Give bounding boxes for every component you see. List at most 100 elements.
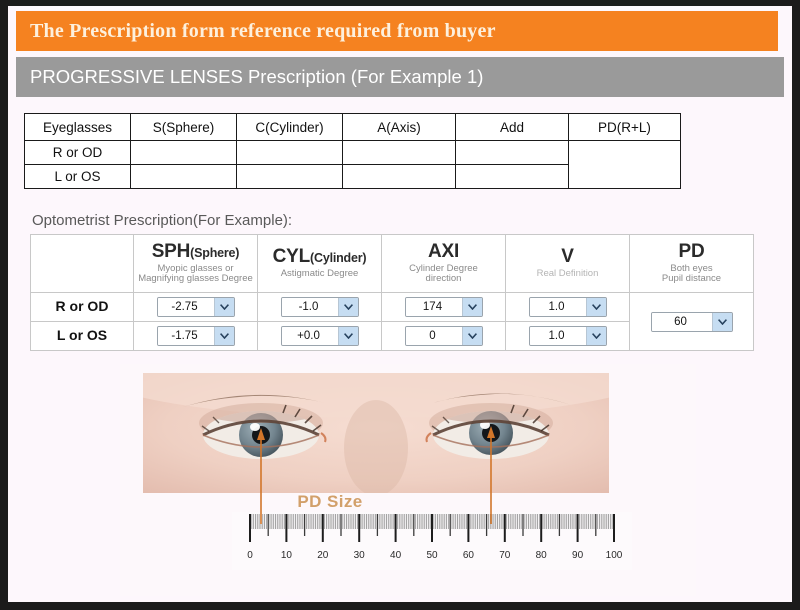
screenshot-root: The Prescription form reference required…: [0, 0, 800, 610]
cyl-l-value: +0.0: [281, 327, 338, 345]
th-axi-main: AXI: [427, 240, 460, 262]
cyl-r-select[interactable]: -1.0: [280, 297, 359, 317]
row-label-l-os: L or OS: [24, 164, 131, 189]
th-v-sub: Real Definition: [536, 268, 599, 279]
ruler-tick-label: 50: [426, 550, 438, 561]
ruler-tick-label: 70: [499, 550, 511, 561]
cell-r-axis[interactable]: [342, 140, 456, 165]
pd-size-label: PD Size: [297, 492, 363, 511]
v-r-value: 1.0: [529, 298, 586, 316]
pd-select[interactable]: 60: [650, 311, 733, 332]
chevron-down-icon: [461, 298, 482, 316]
cell-l-add[interactable]: [455, 164, 569, 189]
cell-r-sphere[interactable]: [130, 140, 237, 165]
blank-prescription-table-wrap: Eyeglasses S(Sphere) C(Cylinder) A(Axis)…: [24, 113, 681, 189]
th-cyl-sub: Astigmatic Degree: [280, 268, 359, 279]
th-eyeglasses: Eyeglasses: [24, 113, 131, 141]
cell-r-sph: -2.75: [133, 292, 258, 322]
th-axi-sub: Cylinder Degree direction: [409, 262, 478, 285]
chevron-down-icon: [337, 327, 358, 345]
axi-l-value: 0: [405, 327, 462, 345]
section-subtitle-bar: PROGRESSIVE LENSES Prescription (For Exa…: [16, 57, 784, 97]
chevron-down-icon: [213, 327, 234, 345]
pd-ruler-graphic: 0 10 20 30 40 50 60 70 80 90 100: [232, 512, 632, 570]
th-cyl-main: CYL(Cylinder): [272, 246, 367, 268]
ruler-tick-label: 80: [536, 550, 548, 561]
th-add: Add: [455, 113, 569, 141]
th-pd-sub: Both eyes Pupil distance: [661, 262, 722, 285]
th-corner-empty: [30, 234, 134, 293]
chevron-down-icon: [711, 312, 732, 331]
ruler-tick-label: 20: [317, 550, 329, 561]
cell-r-cyl: -1.0: [257, 292, 382, 322]
th-sph: SPH(Sphere) Myopic glasses or Magnifying…: [133, 234, 258, 293]
cell-l-axi: 0: [381, 321, 506, 351]
cyl-r-value: -1.0: [281, 298, 338, 316]
v-r-select[interactable]: 1.0: [528, 297, 607, 317]
cell-r-axi: 174: [381, 292, 506, 322]
cell-l-v: 1.0: [505, 321, 630, 351]
cell-r-v: 1.0: [505, 292, 630, 322]
page-title: The Prescription form reference required…: [30, 19, 496, 42]
cell-l-axis[interactable]: [342, 164, 456, 189]
chevron-down-icon: [585, 298, 606, 316]
sph-l-select[interactable]: -1.75: [156, 326, 235, 346]
th-v-main: V: [561, 246, 574, 268]
page-content: The Prescription form reference required…: [8, 6, 792, 602]
table-header-row: Eyeglasses S(Sphere) C(Cylinder) A(Axis)…: [24, 113, 681, 141]
th-pd: PD Both eyes Pupil distance: [629, 234, 754, 293]
row-label-l-os: L or OS: [30, 321, 134, 351]
th-axi: AXI Cylinder Degree direction: [381, 234, 506, 293]
cell-r-cylinder[interactable]: [236, 140, 343, 165]
chevron-down-icon: [337, 298, 358, 316]
chevron-down-icon: [213, 298, 234, 316]
ruler-tick-label: 0: [247, 550, 253, 561]
ruler-tick-label: 90: [572, 550, 584, 561]
row-label-r-od: R or OD: [30, 292, 134, 322]
cell-l-cylinder[interactable]: [236, 164, 343, 189]
th-sph-sub: Myopic glasses or Magnifying glasses Deg…: [138, 262, 253, 285]
example-prescription-table-wrap: SPH(Sphere) Myopic glasses or Magnifying…: [30, 234, 754, 351]
th-v: V Real Definition: [505, 234, 630, 293]
page-title-bar: The Prescription form reference required…: [16, 11, 778, 51]
v-l-select[interactable]: 1.0: [528, 326, 607, 346]
cell-pd-merged[interactable]: [568, 140, 681, 189]
th-sphere: S(Sphere): [130, 113, 237, 141]
ruler-tick-label: 40: [390, 550, 402, 561]
axi-l-select[interactable]: 0: [404, 326, 483, 346]
table-header-row: SPH(Sphere) Myopic glasses or Magnifying…: [30, 234, 754, 293]
th-pd: PD(R+L): [568, 113, 681, 141]
pd-value: 60: [651, 312, 712, 331]
sph-r-select[interactable]: -2.75: [156, 297, 235, 317]
axi-r-select[interactable]: 174: [404, 297, 483, 317]
axi-r-value: 174: [405, 298, 462, 316]
cell-r-add[interactable]: [455, 140, 569, 165]
cell-l-cyl: +0.0: [257, 321, 382, 351]
chevron-down-icon: [585, 327, 606, 345]
section-subtitle: PROGRESSIVE LENSES Prescription (For Exa…: [30, 66, 484, 87]
chevron-down-icon: [461, 327, 482, 345]
ruler-tick-label: 60: [463, 550, 475, 561]
sph-l-value: -1.75: [157, 327, 214, 345]
row-label-r-od: R or OD: [24, 140, 131, 165]
th-pd-main: PD: [678, 240, 705, 262]
th-axis: A(Axis): [342, 113, 456, 141]
ruler-tick-label: 30: [354, 550, 366, 561]
pd-ruler: 0 10 20 30 40 50 60 70 80 90 100: [232, 512, 632, 570]
example-prescription-table: SPH(Sphere) Myopic glasses or Magnifying…: [30, 234, 754, 351]
pd-measurement-illustration: PD Size 0 10 20 30 40 50 60 70 80 90 100: [120, 364, 696, 596]
v-l-value: 1.0: [529, 327, 586, 345]
th-cylinder: C(Cylinder): [236, 113, 343, 141]
blank-prescription-table: Eyeglasses S(Sphere) C(Cylinder) A(Axis)…: [24, 113, 681, 189]
eyes-photo: [143, 373, 609, 493]
cyl-l-select[interactable]: +0.0: [280, 326, 359, 346]
th-sph-main: SPH(Sphere): [151, 240, 240, 262]
cell-l-sphere[interactable]: [130, 164, 237, 189]
eyes-photo-graphic: [143, 373, 609, 493]
table-row: R or OD -2.75 -1.0 174 1.0 60: [30, 292, 754, 351]
ruler-tick-label: 10: [281, 550, 293, 561]
table-row: R or OD: [24, 140, 681, 189]
th-cyl: CYL(Cylinder) Astigmatic Degree: [257, 234, 382, 293]
example-table-caption: Optometrist Prescription(For Example):: [32, 212, 293, 229]
cell-l-sph: -1.75: [133, 321, 258, 351]
